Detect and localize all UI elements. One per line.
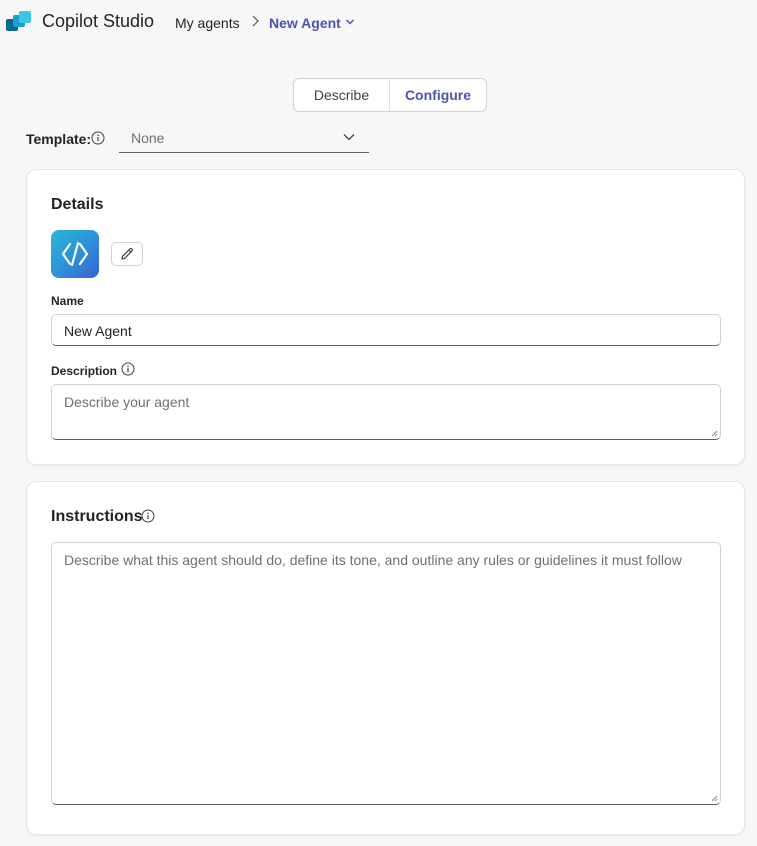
template-dropdown[interactable]: None — [119, 124, 369, 153]
info-icon[interactable] — [121, 362, 135, 376]
edit-icon-button[interactable] — [111, 242, 143, 266]
chevron-down-icon — [343, 134, 355, 141]
agent-icon — [51, 230, 99, 278]
description-input[interactable]: Describe your agent — [51, 384, 721, 440]
tab-configure[interactable]: Configure — [390, 79, 486, 111]
info-icon[interactable] — [141, 509, 155, 523]
template-selected-value: None — [131, 130, 165, 146]
description-placeholder: Describe your agent — [64, 394, 190, 410]
info-icon[interactable] — [91, 131, 105, 145]
template-label: Template: — [26, 131, 92, 147]
instructions-card: Instructions Describe what this agent sh… — [26, 481, 745, 835]
chevron-down-icon[interactable] — [345, 18, 355, 26]
name-label: Name — [51, 294, 84, 308]
resize-grip-icon[interactable] — [711, 430, 718, 437]
name-input[interactable]: New Agent — [51, 314, 721, 346]
instructions-title: Instructions — [51, 508, 143, 525]
copilot-studio-logo-icon[interactable] — [6, 11, 32, 33]
breadcrumb-my-agents[interactable]: My agents — [175, 15, 240, 31]
instructions-placeholder: Describe what this agent should do, defi… — [64, 552, 682, 568]
details-card: Details Name New Agent Description Descr… — [26, 169, 745, 465]
resize-grip-icon[interactable] — [711, 795, 718, 802]
instructions-input[interactable]: Describe what this agent should do, defi… — [51, 542, 721, 805]
pencil-icon — [121, 247, 133, 260]
mode-tabs: Describe Configure — [293, 78, 487, 112]
chevron-right-icon — [252, 15, 259, 27]
description-label: Description — [51, 364, 118, 378]
breadcrumb-current-agent[interactable]: New Agent — [269, 15, 341, 31]
app-title[interactable]: Copilot Studio — [42, 11, 154, 32]
code-brackets-icon — [61, 241, 89, 267]
top-bar: Copilot Studio My agents New Agent — [0, 0, 757, 44]
tab-describe[interactable]: Describe — [294, 79, 390, 111]
details-title: Details — [51, 196, 104, 213]
